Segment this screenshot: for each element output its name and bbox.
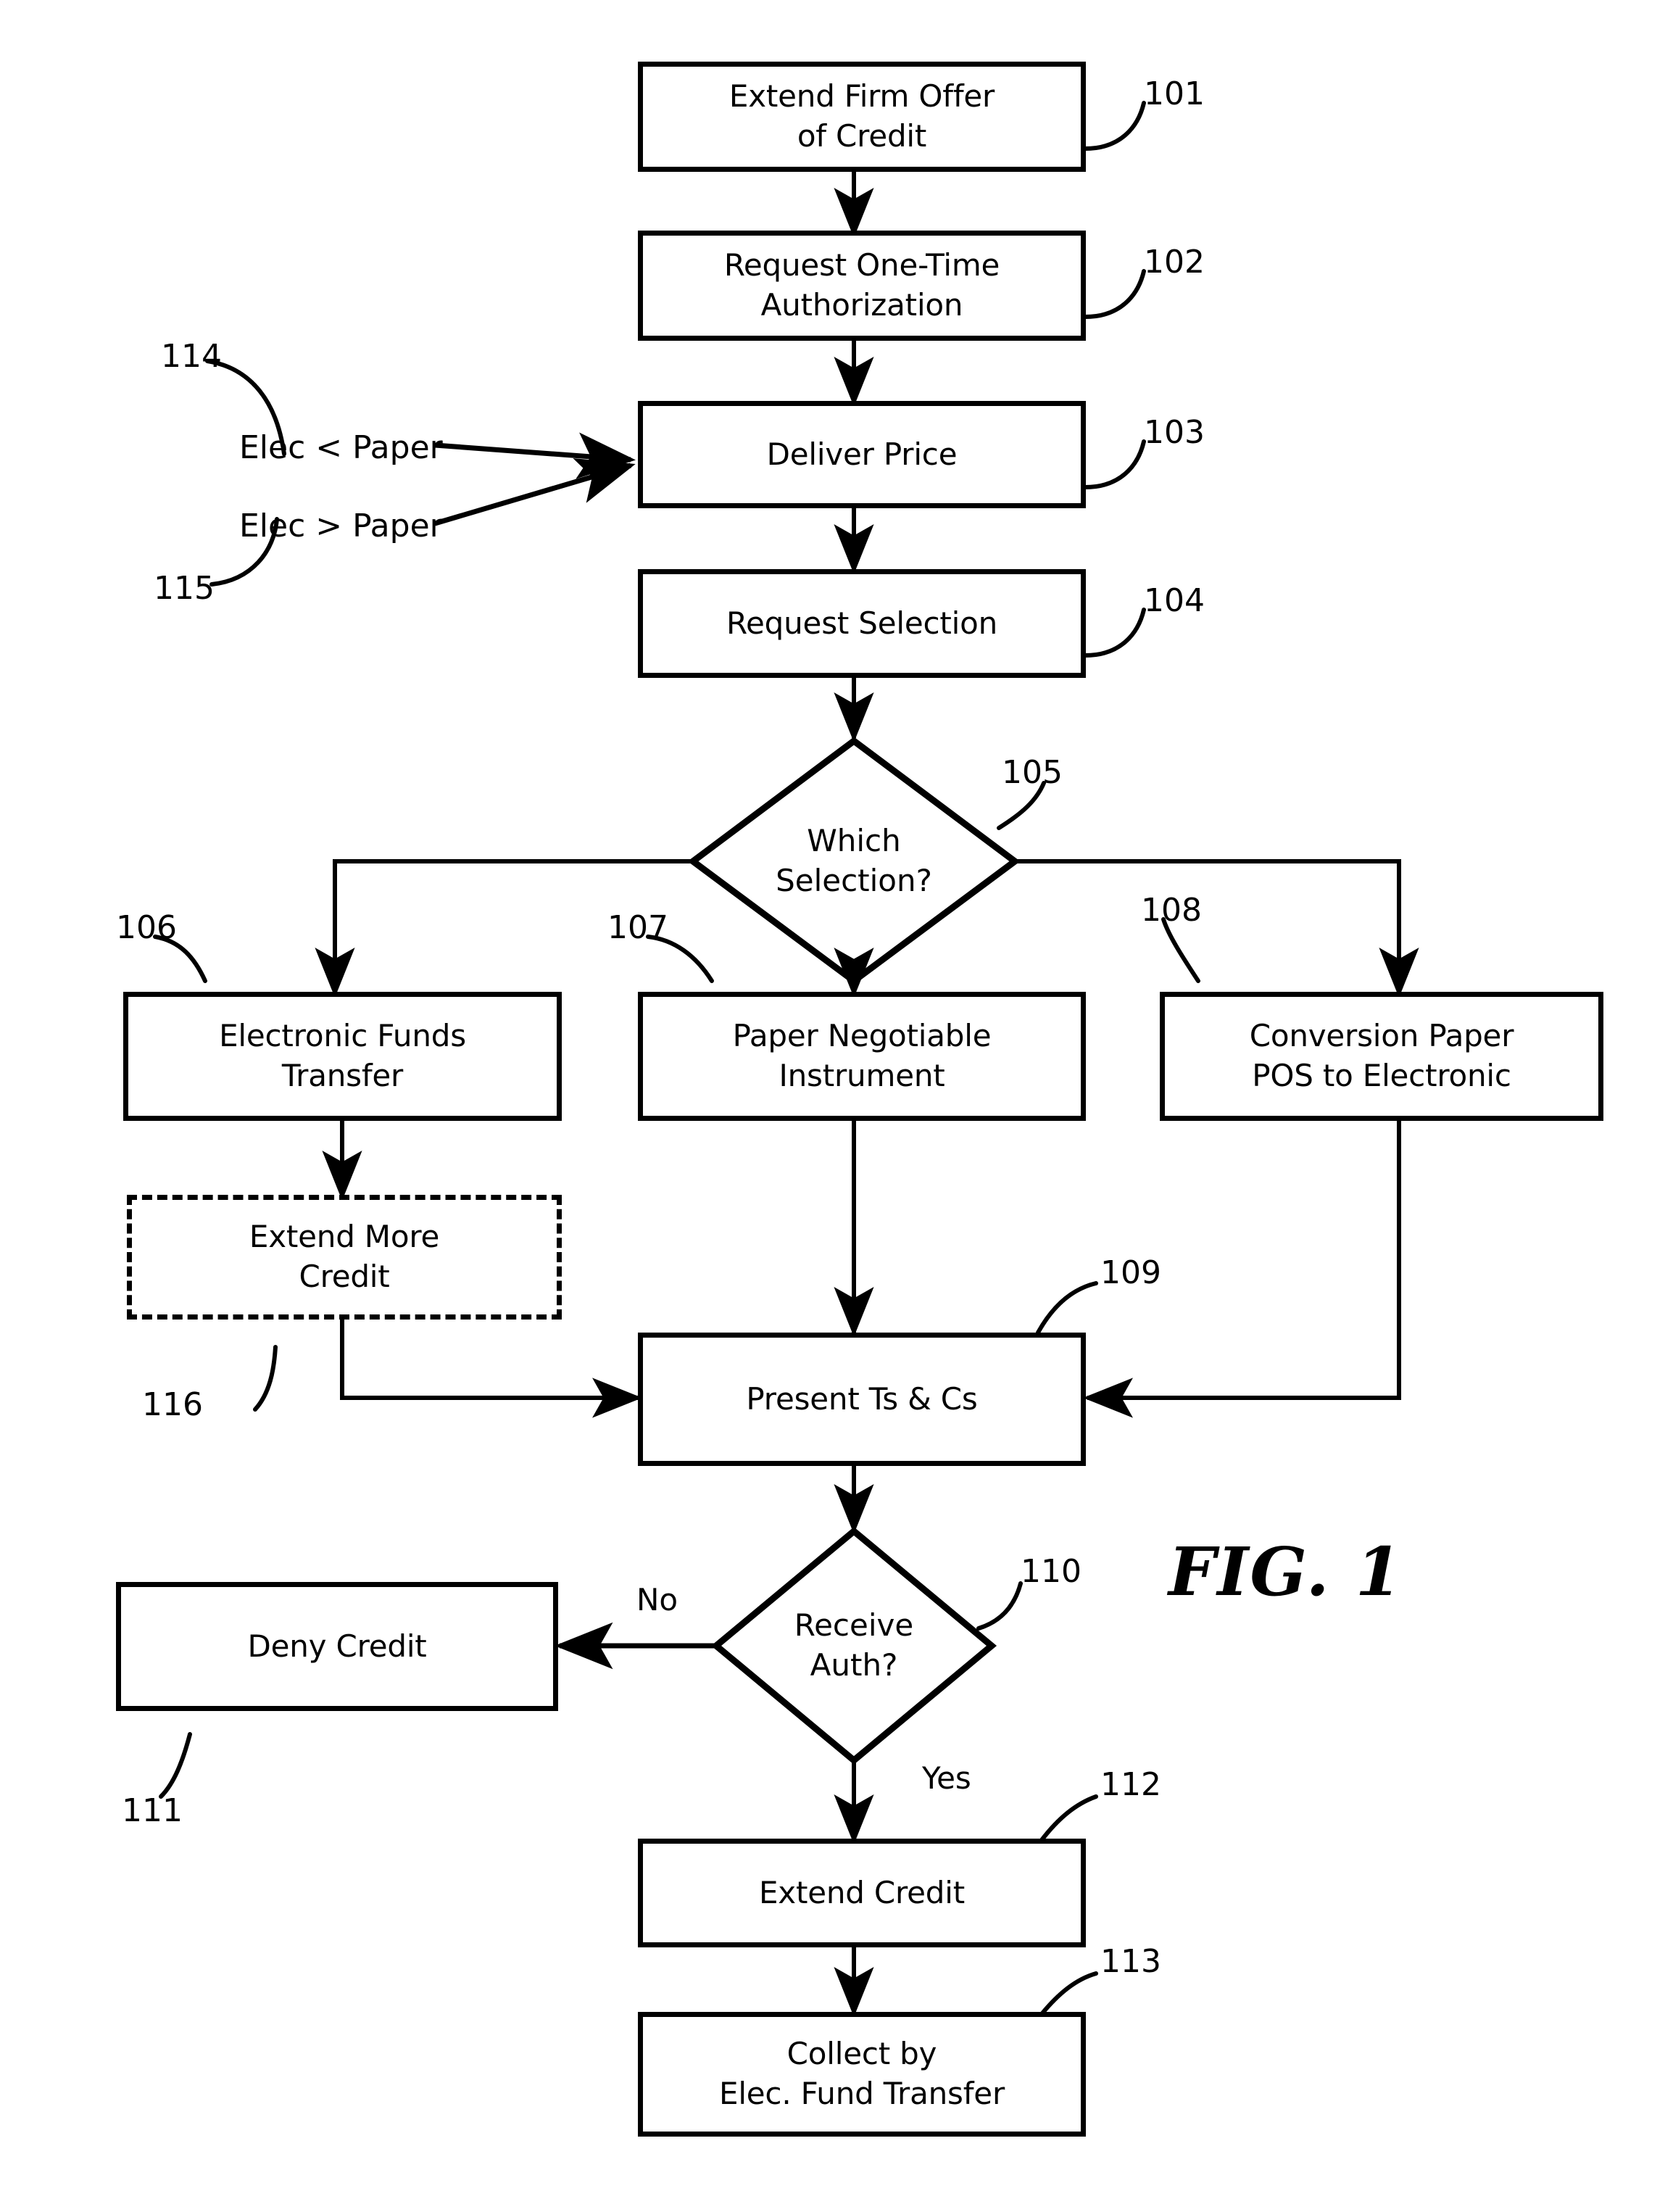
node-request-selection[interactable]: Request Selection (638, 569, 1086, 678)
node-label-116: Extend More Credit (249, 1219, 440, 1294)
ref-113: 113 (1100, 1943, 1161, 1980)
leader-103 (1083, 439, 1146, 489)
node-label-103: Deliver Price (766, 436, 958, 472)
leader-116 (253, 1345, 278, 1412)
node-label-111: Deny Credit (247, 1628, 427, 1664)
leader-104 (1083, 608, 1146, 658)
node-which-selection[interactable] (693, 741, 1015, 982)
ref-112: 112 (1100, 1766, 1161, 1803)
node-label-102: Request One-Time Authorization (723, 247, 1000, 323)
ref-116: 116 (142, 1386, 203, 1423)
ref-109: 109 (1100, 1254, 1161, 1291)
annotation-elec-greater-than-paper: Elec > Paper (239, 508, 443, 544)
edge-115-to-103 (434, 458, 636, 526)
node-extend-credit[interactable]: Extend Credit (638, 1839, 1086, 1947)
node-label-108: Conversion Paper POS to Electronic (1249, 1018, 1514, 1093)
ref-114: 114 (161, 338, 222, 375)
ref-103: 103 (1144, 414, 1205, 451)
annotation-elec-less-than-paper: Elec < Paper (239, 429, 443, 466)
node-present-ts-and-cs[interactable]: Present Ts & Cs (638, 1333, 1086, 1466)
edge-label-yes: Yes (922, 1760, 971, 1796)
ref-102: 102 (1144, 244, 1205, 281)
patent-figure-canvas: Extend Firm Offer of Credit Request One-… (0, 0, 1673, 2212)
edge-116-to-109 (340, 1320, 642, 1418)
node-request-one-time-authorization[interactable]: Request One-Time Authorization (638, 231, 1086, 341)
node-label-106: Electronic Funds Transfer (219, 1018, 466, 1093)
node-electronic-funds-transfer[interactable]: Electronic Funds Transfer (123, 992, 562, 1121)
ref-115: 115 (154, 570, 215, 607)
figure-caption: FIG. 1 (1168, 1533, 1403, 1611)
leader-113 (1039, 1971, 1098, 2016)
node-deliver-price[interactable]: Deliver Price (638, 401, 1086, 508)
leader-101 (1083, 101, 1146, 151)
ref-107: 107 (607, 909, 668, 946)
node-label-101: Extend Firm Offer of Credit (728, 78, 995, 154)
edge-114-to-103 (434, 432, 636, 479)
leader-112 (1039, 1794, 1098, 1842)
node-label-109: Present Ts & Cs (746, 1380, 978, 1417)
node-receive-auth[interactable] (716, 1531, 992, 1760)
edge-105-to-108 (1015, 859, 1419, 998)
node-label-112: Extend Credit (758, 1874, 966, 1910)
leader-102 (1083, 269, 1146, 319)
node-deny-credit[interactable]: Deny Credit (116, 1582, 558, 1711)
leader-111 (159, 1732, 192, 1799)
leader-109 (1036, 1281, 1098, 1335)
ref-106: 106 (116, 909, 177, 946)
ref-101: 101 (1144, 75, 1205, 112)
node-extend-firm-offer-of-credit[interactable]: Extend Firm Offer of Credit (638, 62, 1086, 172)
node-extend-more-credit-optional[interactable]: Extend More Credit (127, 1195, 562, 1320)
ref-111: 111 (122, 1792, 183, 1829)
ref-104: 104 (1144, 582, 1205, 619)
edge-label-no: No (636, 1582, 678, 1617)
node-conversion-paper-pos-to-electronic[interactable]: Conversion Paper POS to Electronic (1160, 992, 1603, 1121)
node-label-107: Paper Negotiable Instrument (732, 1018, 992, 1093)
ref-108: 108 (1141, 892, 1202, 929)
node-collect-by-elec-fund-transfer[interactable]: Collect by Elec. Fund Transfer (638, 2012, 1086, 2137)
node-paper-negotiable-instrument[interactable]: Paper Negotiable Instrument (638, 992, 1086, 1121)
ref-110: 110 (1021, 1553, 1082, 1590)
node-label-113: Collect by Elec. Fund Transfer (718, 2036, 1005, 2111)
node-label-104: Request Selection (726, 605, 998, 641)
ref-105: 105 (1002, 754, 1063, 791)
